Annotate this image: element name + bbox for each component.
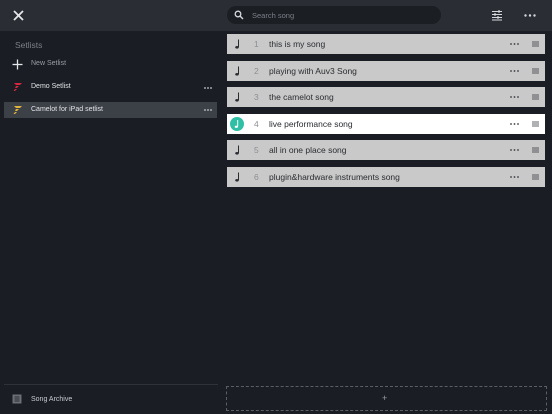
song-number: 2 <box>254 65 259 76</box>
song-number: 5 <box>254 145 259 155</box>
setlist-icon <box>13 106 22 114</box>
setlists-sidebar: Setlists New Setlist Demo Setlist Camelo… <box>0 31 221 414</box>
music-note-icon <box>235 145 239 155</box>
music-note-icon <box>235 39 239 49</box>
archive-icon <box>12 394 22 404</box>
song-options-icon[interactable] <box>510 96 519 98</box>
song-number: 1 <box>254 39 259 49</box>
song-title: the camelot song <box>269 92 334 102</box>
add-song-label: + <box>382 393 388 403</box>
song-row[interactable]: 5 all in one place song <box>227 140 545 160</box>
setlist-item-camelot[interactable]: Camelot for iPad setlist <box>4 102 217 118</box>
song-title: all in one place song <box>269 145 347 155</box>
song-row[interactable]: 1 this is my song <box>227 34 545 54</box>
setlist-label: Demo Setlist <box>31 83 71 90</box>
new-setlist-button[interactable]: New Setlist <box>12 58 212 72</box>
song-title: plugin&hardware instruments song <box>269 171 400 182</box>
drag-handle-icon[interactable] <box>532 41 539 47</box>
music-note-icon <box>235 66 239 76</box>
search-bar[interactable] <box>227 6 441 24</box>
song-title: live performance song <box>269 118 353 129</box>
song-archive-label: Song Archive <box>31 396 73 403</box>
song-options-icon[interactable] <box>510 122 519 125</box>
playing-note-icon <box>230 116 244 131</box>
song-archive-button[interactable]: Song Archive <box>12 393 212 407</box>
song-number: 6 <box>254 171 259 182</box>
drag-handle-icon[interactable] <box>532 68 539 74</box>
close-icon[interactable] <box>10 7 27 24</box>
search-icon <box>234 10 244 20</box>
song-options-icon[interactable] <box>510 69 519 72</box>
song-row[interactable]: 3 the camelot song <box>227 87 545 107</box>
song-row[interactable]: 2 playing with Auv3 Song <box>227 60 545 81</box>
music-note-icon <box>235 172 239 182</box>
setlist-item-demo[interactable]: Demo Setlist <box>4 79 217 95</box>
song-row-active[interactable]: 4 live performance song <box>227 113 545 134</box>
filter-icon[interactable] <box>491 10 503 21</box>
music-note-icon <box>235 92 239 102</box>
setlist-label: Camelot for iPad setlist <box>31 106 103 113</box>
sidebar-title: Setlists <box>15 40 43 50</box>
song-options-icon[interactable] <box>510 175 519 178</box>
setlist-icon <box>13 83 22 91</box>
plus-icon <box>12 59 23 70</box>
sidebar-divider <box>4 384 218 385</box>
song-title: this is my song <box>269 39 326 49</box>
song-number: 3 <box>254 92 259 102</box>
setlist-options-icon[interactable] <box>204 87 212 89</box>
new-setlist-label: New Setlist <box>31 60 67 67</box>
drag-handle-icon[interactable] <box>532 94 539 100</box>
top-bar <box>0 0 552 31</box>
song-title: playing with Auv3 Song <box>269 65 357 76</box>
add-song-button[interactable]: + <box>226 386 547 411</box>
song-options-icon[interactable] <box>510 43 519 45</box>
setlist-options-icon[interactable] <box>204 109 212 111</box>
search-input[interactable] <box>252 8 432 22</box>
more-options-icon[interactable] <box>524 14 536 17</box>
song-number: 4 <box>254 118 259 129</box>
song-options-icon[interactable] <box>510 149 519 151</box>
song-row[interactable]: 6 plugin&hardware instruments song <box>227 166 545 187</box>
drag-handle-icon[interactable] <box>532 147 539 153</box>
drag-handle-icon[interactable] <box>532 121 539 127</box>
drag-handle-icon[interactable] <box>532 174 539 180</box>
